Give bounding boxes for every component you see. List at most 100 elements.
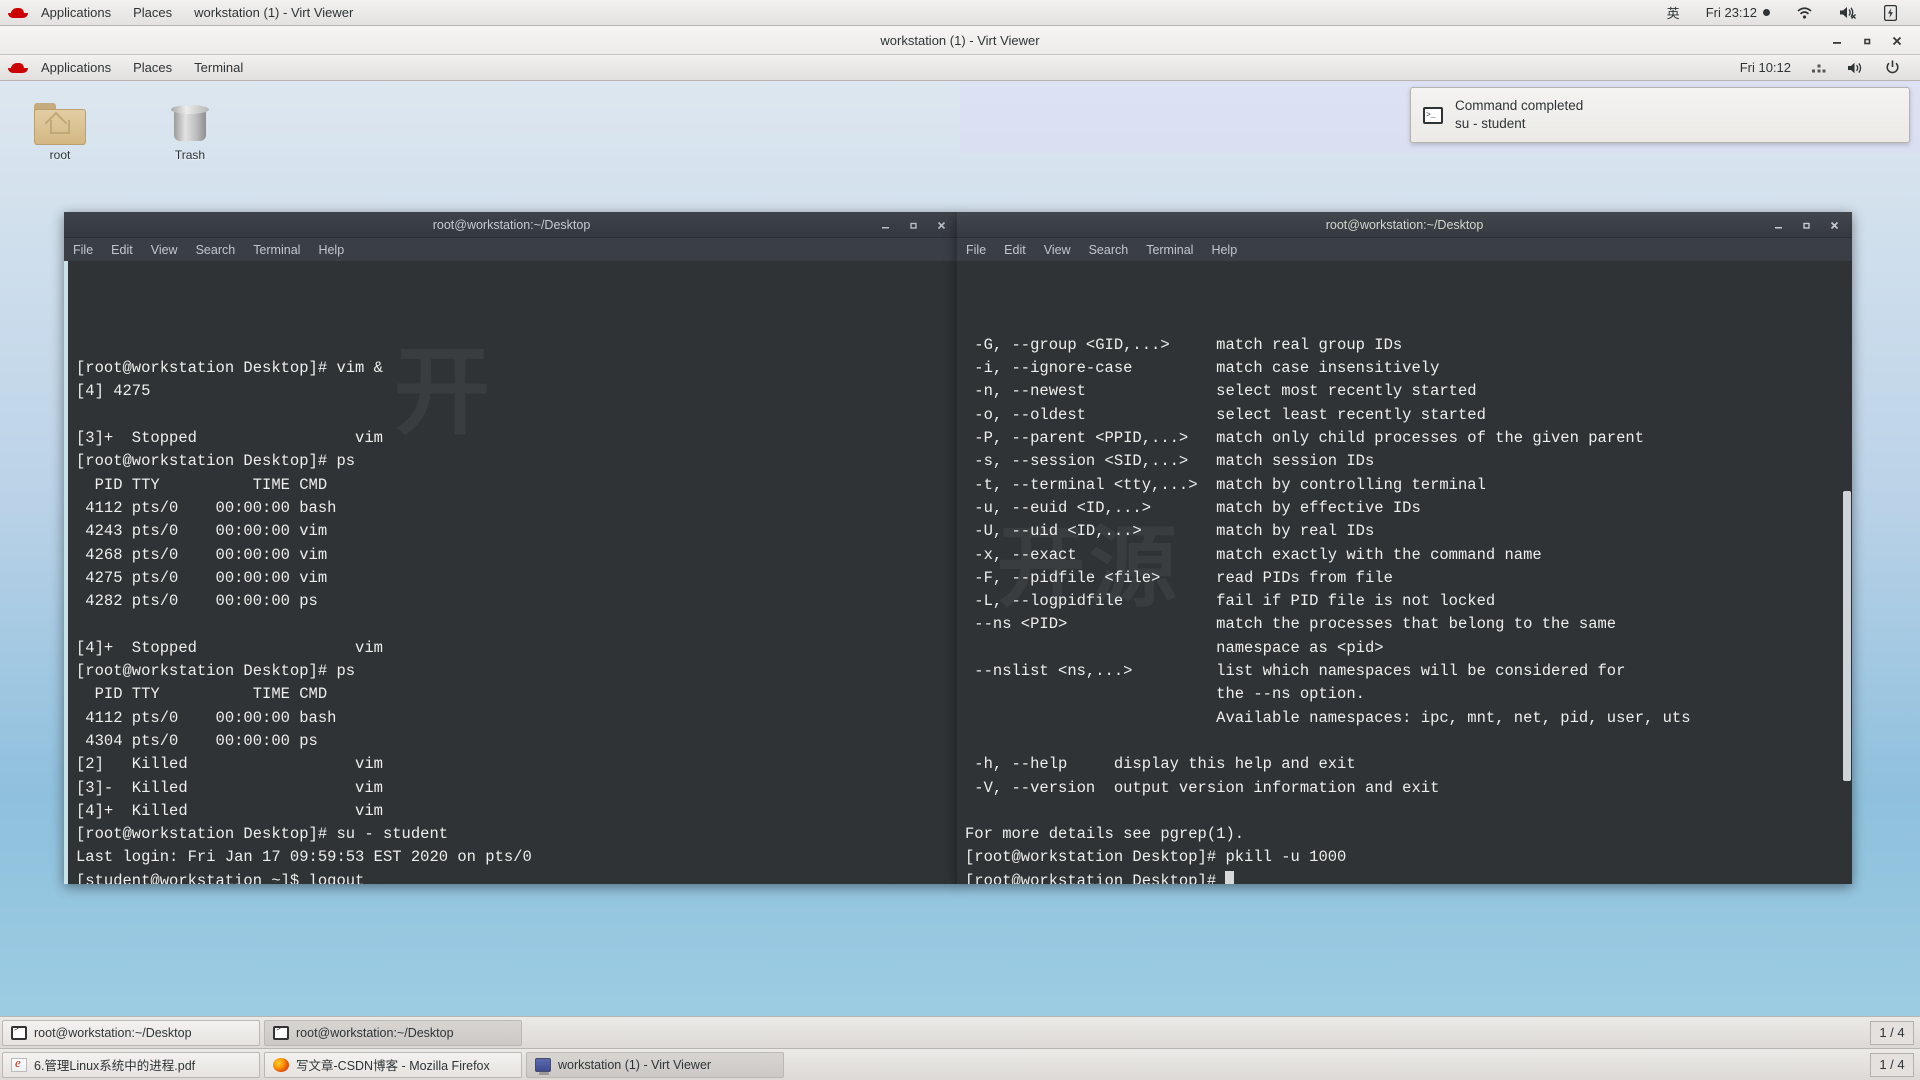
terminal-line: [root@workstation Desktop]# ps — [76, 662, 356, 681]
volume-muted-icon[interactable] — [1826, 0, 1871, 26]
terminal-left-menu-terminal[interactable]: Terminal — [244, 238, 309, 261]
terminal-right-window-controls — [1764, 212, 1848, 238]
terminal-cursor — [1225, 870, 1235, 884]
guest-redhat-logo-icon[interactable] — [8, 61, 28, 75]
notification-body: su - student — [1455, 116, 1526, 131]
terminal-line: -x, --exact match exactly with the comma… — [965, 545, 1542, 564]
taskbar-button-label: root@workstation:~/Desktop — [296, 1025, 454, 1040]
host-window-menu[interactable]: workstation (1) - Virt Viewer — [183, 0, 364, 26]
terminal-right-scrollbar-thumb[interactable] — [1843, 491, 1851, 781]
terminal-line: -t, --terminal <tty,...> match by contro… — [965, 475, 1486, 494]
terminal-right-titlebar[interactable]: root@workstation:~/Desktop — [957, 212, 1852, 238]
terminal-line: [root@workstation Desktop]# pkill -u 100… — [965, 848, 1347, 867]
desktop-icon-root[interactable]: root — [20, 103, 100, 162]
input-method-indicator[interactable]: 英 — [1654, 0, 1693, 26]
terminal-left-maximize-button[interactable] — [899, 212, 927, 238]
terminal-line: [root@workstation Desktop]# ps — [76, 452, 356, 471]
taskbar-button[interactable]: root@workstation:~/Desktop — [2, 1019, 260, 1046]
terminal-left-menu-file[interactable]: File — [64, 238, 102, 261]
guest-clock[interactable]: Fri 10:12 — [1730, 55, 1801, 81]
terminal-line: [root@workstation Desktop]# vim & — [76, 359, 383, 378]
terminal-line: --ns <PID> match the processes that belo… — [965, 615, 1617, 634]
guest-window-menu[interactable]: Terminal — [183, 55, 254, 81]
workspace-switcher-row1[interactable]: 1 / 4 — [1870, 1020, 1914, 1045]
terminal-right-menubar: File Edit View Search Terminal Help — [957, 238, 1852, 261]
screen: Applications Places workstation (1) - Vi… — [0, 0, 1920, 1080]
terminal-left-output[interactable]: 开 [root@workstation Desktop]# vim & [4] 4… — [64, 261, 959, 884]
terminal-left-menu-search[interactable]: Search — [187, 238, 245, 261]
guest-menu-places[interactable]: Places — [122, 55, 183, 81]
taskbar-button[interactable]: 写文章-CSDN博客 - Mozilla Firefox — [264, 1051, 522, 1078]
workspace-switcher-row1-label: 1 / 4 — [1879, 1025, 1905, 1040]
virt-viewer-titlebar[interactable]: workstation (1) - Virt Viewer — [0, 26, 1920, 55]
terminal-right-output[interactable]: 开源 -G, --group <GID,...> match real grou… — [957, 261, 1852, 884]
terminal-line: --nslist <ns,...> list which namespaces … — [965, 662, 1626, 681]
terminal-window-left: root@workstation:~/Desktop File Edit Vie… — [64, 212, 959, 884]
host-clock[interactable]: Fri 23:12 — [1693, 0, 1783, 26]
firefox-icon — [273, 1057, 289, 1072]
terminal-left-menu-help[interactable]: Help — [309, 238, 353, 261]
terminal-left-menu-view[interactable]: View — [142, 238, 187, 261]
terminal-line: For more details see pgrep(1). — [965, 825, 1245, 844]
terminal-right-maximize-button[interactable] — [1792, 212, 1820, 238]
terminal-line: -o, --oldest select least recently start… — [965, 405, 1486, 424]
terminal-right-menu-help[interactable]: Help — [1202, 238, 1246, 261]
host-top-panel: Applications Places workstation (1) - Vi… — [0, 0, 1920, 26]
terminal-right-menu-search[interactable]: Search — [1080, 238, 1138, 261]
terminal-line: [4]+ Killed vim — [76, 801, 383, 820]
terminal-prompt-line: [root@workstation Desktop]# — [965, 870, 1852, 884]
network-icon[interactable] — [1801, 55, 1837, 81]
terminal-line: 4282 pts/0 00:00:00 ps — [76, 592, 318, 611]
battery-charging-icon[interactable] — [1871, 0, 1910, 26]
guest-menu-applications[interactable]: Applications — [30, 55, 122, 81]
terminal-line: namespace as <pid> — [965, 638, 1384, 657]
terminal-line: [3]- Killed vim — [76, 778, 383, 797]
terminal-window-right: root@workstation:~/Desktop File Edit Vie… — [957, 212, 1852, 884]
desktop-icon-root-label: root — [49, 148, 71, 162]
terminal-right-scrollbar[interactable] — [1842, 261, 1852, 884]
terminal-line: 4243 pts/0 00:00:00 vim — [76, 522, 328, 541]
terminal-icon — [273, 1025, 289, 1040]
taskbar-button[interactable]: workstation (1) - Virt Viewer — [526, 1051, 784, 1078]
terminal-left-menubar: File Edit View Search Terminal Help — [64, 238, 959, 261]
power-icon[interactable] — [1875, 55, 1910, 81]
terminal-line: -n, --newest select most recently starte… — [965, 382, 1477, 401]
terminal-right-menu-edit[interactable]: Edit — [995, 238, 1035, 261]
terminal-left-menu-edit[interactable]: Edit — [102, 238, 142, 261]
taskbar-button-label: root@workstation:~/Desktop — [34, 1025, 192, 1040]
notification-title: Command completed — [1455, 97, 1584, 113]
virt-viewer-minimize-button[interactable] — [1822, 26, 1852, 55]
host-status-area: 英 Fri 23:12 — [1654, 0, 1920, 26]
wifi-icon[interactable] — [1783, 0, 1826, 26]
terminal-right-menu-file[interactable]: File — [957, 238, 995, 261]
record-dot-icon — [1763, 9, 1770, 16]
terminal-line: Last login: Fri Jan 17 09:59:53 EST 2020… — [76, 848, 532, 867]
terminal-icon — [1423, 106, 1443, 124]
volume-icon[interactable] — [1837, 55, 1875, 81]
taskbar-button-label: 写文章-CSDN博客 - Mozilla Firefox — [296, 1059, 490, 1073]
terminal-line: -P, --parent <PPID,...> match only child… — [965, 429, 1645, 448]
terminal-right-minimize-button[interactable] — [1764, 212, 1792, 238]
terminal-line: 4304 pts/0 00:00:00 ps — [76, 731, 318, 750]
desktop-icon-trash[interactable]: Trash — [150, 101, 230, 162]
terminal-left-window-controls — [871, 212, 955, 238]
terminal-left-titlebar[interactable]: root@workstation:~/Desktop — [64, 212, 959, 238]
virt-viewer-close-button[interactable] — [1882, 26, 1912, 55]
pdf-icon — [11, 1055, 27, 1072]
terminal-left-minimize-button[interactable] — [871, 212, 899, 238]
virt-viewer-title: workstation (1) - Virt Viewer — [880, 32, 1040, 48]
redhat-logo-icon[interactable] — [8, 6, 28, 20]
terminal-right-menu-view[interactable]: View — [1035, 238, 1080, 261]
terminal-left-close-button[interactable] — [927, 212, 955, 238]
taskbar-button[interactable]: root@workstation:~/Desktop — [264, 1019, 522, 1046]
notification-popup[interactable]: Command completed su - student — [1410, 87, 1910, 143]
desktop-icon-trash-label: Trash — [174, 148, 206, 162]
host-menu-applications[interactable]: Applications — [30, 0, 122, 26]
terminal-right-menu-terminal[interactable]: Terminal — [1137, 238, 1202, 261]
taskbar-button[interactable]: 6.管理Linux系统中的进程.pdf — [2, 1051, 260, 1078]
workspace-switcher-row2[interactable]: 1 / 4 — [1870, 1052, 1914, 1077]
workspace-switcher-row2-label: 1 / 4 — [1879, 1057, 1905, 1072]
host-menu-places[interactable]: Places — [122, 0, 183, 26]
terminal-right-close-button[interactable] — [1820, 212, 1848, 238]
virt-viewer-maximize-button[interactable] — [1852, 26, 1882, 55]
